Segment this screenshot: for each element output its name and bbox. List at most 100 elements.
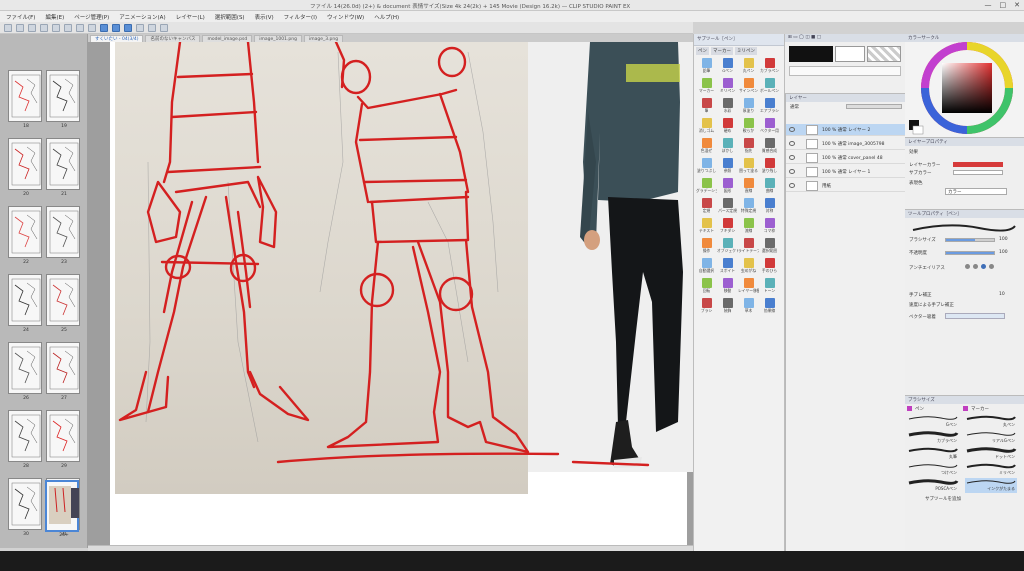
tool-button[interactable]: 囲って塗る [738, 157, 759, 177]
brush-item[interactable]: ドットペン [965, 446, 1017, 461]
canvas-tab[interactable]: すくいたい - 04(3/4) [90, 35, 144, 42]
subtab-pen[interactable]: ペン [696, 47, 709, 55]
minimize-button[interactable]: — [985, 1, 992, 9]
tool-button[interactable]: 虫めがね [738, 257, 759, 277]
maximize-button[interactable]: □ [1000, 1, 1007, 9]
page-thumbnail[interactable]: 30 [8, 478, 42, 537]
page-thumbnail[interactable]: 19 [46, 70, 80, 129]
page-thumbnail[interactable]: 20 [8, 138, 42, 197]
tool-button[interactable]: 効果線 [759, 297, 780, 317]
tool-button[interactable]: 手のひら [759, 257, 780, 277]
canvas-tab[interactable]: 名前のないキャンバス [145, 35, 201, 42]
tool-button[interactable]: 草木 [738, 297, 759, 317]
page-thumbnail[interactable]: 24+ [45, 480, 79, 538]
canvas-tab[interactable]: image_3.png [303, 35, 344, 42]
tool-button[interactable]: 曲線 [759, 177, 780, 197]
eye-icon[interactable] [789, 183, 795, 188]
color-slider[interactable] [789, 66, 901, 76]
menu-view[interactable]: 表示(V) [255, 13, 274, 21]
brush-tab-pen[interactable]: ペン [915, 406, 924, 412]
brush-item[interactable]: カブラペン [907, 430, 959, 445]
tool-button[interactable]: 回転 [696, 277, 717, 297]
tool-button[interactable]: 鉛筆 [696, 57, 717, 77]
open-file-icon[interactable] [16, 23, 24, 32]
menu-layer[interactable]: レイヤー(L) [176, 13, 205, 21]
tool-button[interactable]: 選択範囲 [759, 237, 780, 257]
tool-button[interactable]: 流線 [738, 217, 759, 237]
tool-button[interactable]: 直線 [738, 177, 759, 197]
page-thumbnail[interactable]: 27 [46, 342, 80, 401]
undo-icon[interactable] [40, 23, 48, 32]
eye-icon[interactable] [789, 127, 795, 132]
tool-button[interactable]: ぼかし [717, 137, 738, 157]
tool-button[interactable]: コマ枠 [759, 217, 780, 237]
selection-icon[interactable] [136, 23, 144, 32]
eye-icon[interactable] [789, 169, 795, 174]
tool-button[interactable]: 塗り残し [759, 157, 780, 177]
layer-color-swatch[interactable] [953, 162, 1003, 167]
tool-button[interactable]: 定規 [696, 197, 717, 217]
tool-button[interactable]: フキダシ [717, 217, 738, 237]
expression-color-select[interactable]: カラー [945, 188, 1007, 195]
layer-row[interactable]: 100 % 通常 レイヤー 1 [786, 166, 906, 178]
tool-button[interactable]: カブラペン [759, 57, 780, 77]
tool-button[interactable]: Gペン [717, 57, 738, 77]
sub-color-field[interactable] [953, 170, 1003, 175]
snap-grid-icon[interactable] [112, 23, 120, 32]
page-thumbnail[interactable]: 25 [46, 274, 80, 333]
tool-button[interactable]: スポイト [717, 257, 738, 277]
tool-button[interactable]: 操作 [696, 237, 717, 257]
brush-item[interactable]: ミリペン [965, 462, 1017, 477]
tool-button[interactable]: 対称 [759, 197, 780, 217]
brush-item[interactable]: リアルGペン [965, 430, 1017, 445]
layer-row[interactable]: 100 % 通常 image_3005798 [786, 138, 906, 150]
antialias-options[interactable] [965, 264, 994, 269]
tool-button[interactable]: 消しゴム [696, 117, 717, 137]
tool-button[interactable]: ライトテーブル [738, 237, 759, 257]
opacity-slider[interactable] [945, 251, 995, 255]
tool-button[interactable]: 移動 [717, 277, 738, 297]
menu-edit[interactable]: 編集(E) [45, 13, 64, 21]
tool-button[interactable]: 自動選択 [696, 257, 717, 277]
redo-icon[interactable] [52, 23, 60, 32]
page-thumbnail[interactable]: 21 [46, 138, 80, 197]
page-thumbnail[interactable]: 18 [8, 70, 42, 129]
canvas-tab[interactable]: model_image.psd [202, 35, 253, 42]
brush-tab-marker[interactable]: マーカー [971, 406, 989, 412]
tool-button[interactable]: ブラシ [696, 297, 717, 317]
page-thumbnail[interactable]: 24 [8, 274, 42, 333]
menu-file[interactable]: ファイル(F) [6, 13, 35, 21]
new-file-icon[interactable] [4, 23, 12, 32]
layer-row[interactable]: 100 % 通常 レイヤー 2 [786, 124, 906, 136]
tool-button[interactable]: 丸ペン [738, 57, 759, 77]
layer-opacity-slider[interactable] [846, 104, 902, 109]
tool-button[interactable]: 装飾 [717, 297, 738, 317]
tool-button[interactable]: グラデーション [696, 177, 717, 197]
invert-icon[interactable] [148, 23, 156, 32]
page-thumbnail[interactable]: 23 [46, 206, 80, 265]
snap-ruler-icon[interactable] [100, 23, 108, 32]
tool-button[interactable]: 色混ぜ [696, 137, 717, 157]
crop-icon[interactable] [160, 23, 168, 32]
tool-button[interactable]: 特殊定規 [738, 197, 759, 217]
vector-snap-options[interactable] [945, 313, 1005, 319]
eye-icon[interactable] [789, 141, 795, 146]
brush-item[interactable]: POSCAペン [907, 478, 959, 493]
subtab-marker[interactable]: マーカー [711, 47, 733, 55]
canvas-area[interactable] [88, 42, 693, 545]
page-thumbnail[interactable]: 26 [8, 342, 42, 401]
page-thumbnail[interactable]: 22 [8, 206, 42, 265]
canvas-tab[interactable]: image_1001.png [254, 35, 302, 42]
brush-item[interactable]: 丸筆 [907, 446, 959, 461]
subtab-millipen[interactable]: ミリペン [735, 47, 757, 55]
tool-button[interactable]: 厚塗り [738, 97, 759, 117]
brush-item[interactable]: 丸ペン [965, 414, 1017, 429]
tool-button[interactable]: サインペン [738, 77, 759, 97]
eye-icon[interactable] [789, 155, 795, 160]
tool-button[interactable]: 指先 [738, 137, 759, 157]
save-icon[interactable] [28, 23, 36, 32]
brush-item[interactable]: Gペン [907, 414, 959, 429]
add-subtool-link[interactable]: サブツールを追加 [925, 496, 961, 502]
tool-button[interactable]: テキスト [696, 217, 717, 237]
menu-filter[interactable]: フィルター(I) [284, 13, 317, 21]
